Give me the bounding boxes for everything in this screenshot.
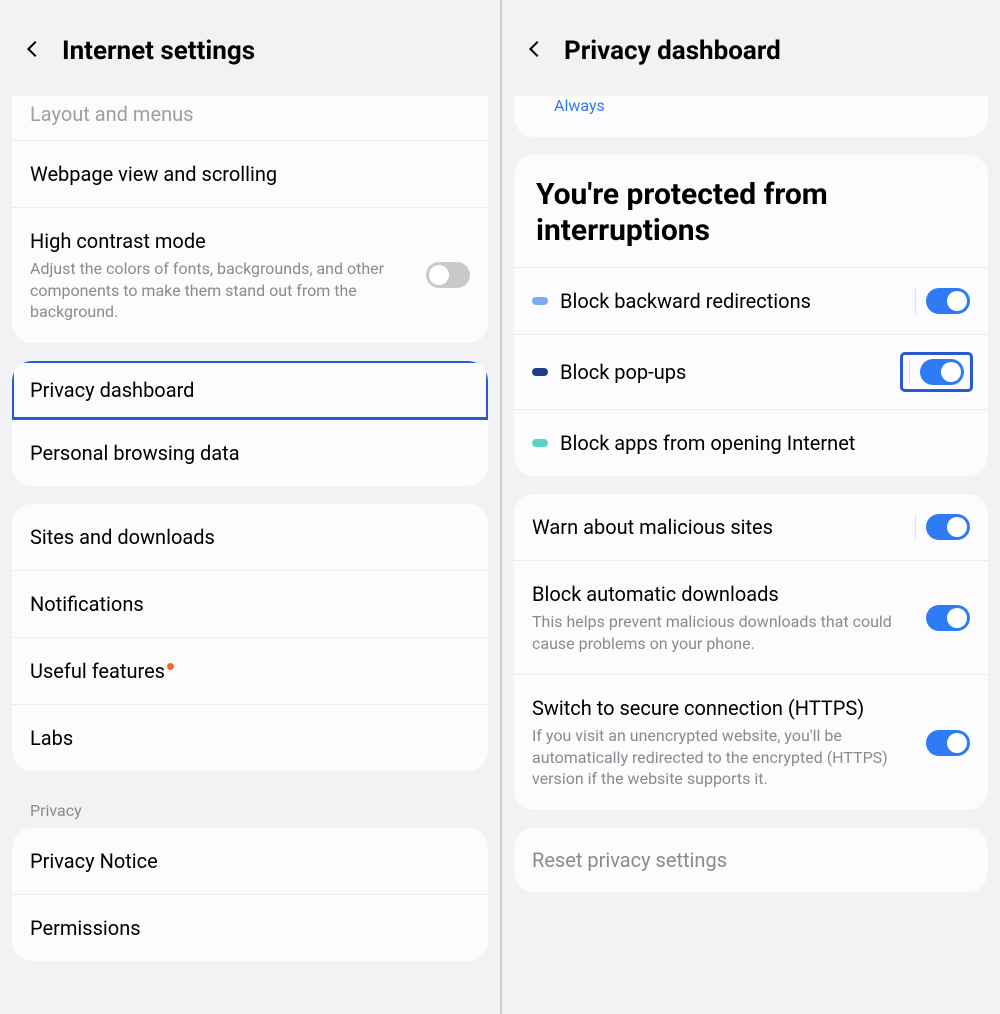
- row-sites-downloads[interactable]: Sites and downloads: [12, 504, 488, 570]
- always-link[interactable]: Always: [514, 96, 988, 129]
- row-label: Notifications: [30, 591, 470, 617]
- card-display: Layout and menus Webpage view and scroll…: [12, 96, 488, 343]
- bullet-icon: [532, 439, 548, 447]
- toggle-wrap: [915, 514, 970, 540]
- right-header: Privacy dashboard: [502, 0, 1000, 96]
- row-reset-privacy[interactable]: Reset privacy settings: [514, 828, 988, 892]
- page-title: Internet settings: [62, 36, 255, 66]
- block-redirections-toggle[interactable]: [926, 288, 970, 314]
- toggle-wrap: [903, 355, 970, 389]
- block-downloads-toggle[interactable]: [926, 605, 970, 631]
- row-label: Personal browsing data: [30, 440, 470, 466]
- row-block-downloads[interactable]: Block automatic downloads This helps pre…: [514, 560, 988, 674]
- row-webpage-view[interactable]: Webpage view and scrolling: [12, 140, 488, 207]
- left-pane: Internet settings Layout and menus Webpa…: [0, 0, 500, 1014]
- row-label: High contrast mode: [30, 228, 414, 254]
- row-label: Block apps from opening Internet: [532, 430, 855, 456]
- row-desc: If you visit an unencrypted website, you…: [532, 725, 914, 790]
- back-icon[interactable]: [524, 38, 546, 64]
- https-toggle[interactable]: [926, 730, 970, 756]
- page-title: Privacy dashboard: [564, 36, 781, 66]
- row-label: Switch to secure connection (HTTPS): [532, 695, 914, 721]
- protected-heading: You're protected from interruptions: [514, 155, 988, 267]
- row-labs[interactable]: Labs: [12, 704, 488, 771]
- row-label: Privacy Notice: [30, 848, 470, 874]
- toggle-wrap: [915, 288, 970, 314]
- row-privacy-notice[interactable]: Privacy Notice: [12, 828, 488, 894]
- row-notifications[interactable]: Notifications: [12, 570, 488, 637]
- bullet-icon: [532, 297, 548, 305]
- divider-icon: [915, 288, 916, 314]
- divider-icon: [915, 514, 916, 540]
- new-feature-dot-icon: [167, 663, 174, 670]
- row-label: Block pop-ups: [532, 359, 686, 385]
- row-label: Block automatic downloads: [532, 581, 914, 607]
- row-label: Labs: [30, 725, 470, 751]
- row-label: Privacy dashboard: [30, 377, 470, 403]
- block-popups-toggle[interactable]: [920, 359, 964, 385]
- section-label-privacy: Privacy: [0, 789, 500, 828]
- row-useful-features[interactable]: Useful features: [12, 637, 488, 704]
- card-reset: Reset privacy settings: [514, 828, 988, 892]
- card-sites: Sites and downloads Notifications Useful…: [12, 504, 488, 771]
- back-icon[interactable]: [22, 38, 44, 64]
- bullet-icon: [532, 368, 548, 376]
- row-label: Sites and downloads: [30, 524, 470, 550]
- high-contrast-toggle[interactable]: [426, 262, 470, 288]
- row-label: Block backward redirections: [532, 288, 811, 314]
- row-privacy-dashboard[interactable]: Privacy dashboard: [12, 361, 488, 419]
- row-https[interactable]: Switch to secure connection (HTTPS) If y…: [514, 674, 988, 810]
- row-permissions[interactable]: Permissions: [12, 894, 488, 961]
- card-more-privacy: Warn about malicious sites Block automat…: [514, 494, 988, 810]
- right-pane: Privacy dashboard Always You're protecte…: [500, 0, 1000, 1014]
- left-header: Internet settings: [0, 0, 500, 96]
- row-block-redirections[interactable]: Block backward redirections: [514, 267, 988, 334]
- row-label: Warn about malicious sites: [532, 514, 903, 540]
- row-desc: This helps prevent malicious downloads t…: [532, 611, 914, 654]
- card-privacy-notice: Privacy Notice Permissions: [12, 828, 488, 961]
- row-label: Webpage view and scrolling: [30, 161, 470, 187]
- partial-row-layout[interactable]: Layout and menus: [12, 96, 488, 140]
- row-high-contrast[interactable]: High contrast mode Adjust the colors of …: [12, 207, 488, 343]
- card-always: Always: [514, 96, 988, 137]
- card-privacy: Privacy dashboard Personal browsing data: [12, 361, 488, 486]
- row-label: Permissions: [30, 915, 470, 941]
- divider-icon: [909, 359, 910, 385]
- warn-malicious-toggle[interactable]: [926, 514, 970, 540]
- row-block-popups[interactable]: Block pop-ups: [514, 334, 988, 409]
- row-desc: Adjust the colors of fonts, backgrounds,…: [30, 258, 414, 323]
- row-label: Useful features: [30, 658, 470, 684]
- row-block-apps[interactable]: Block apps from opening Internet: [514, 409, 988, 476]
- card-protected: You're protected from interruptions Bloc…: [514, 155, 988, 476]
- row-warn-malicious[interactable]: Warn about malicious sites: [514, 494, 988, 560]
- row-personal-browsing-data[interactable]: Personal browsing data: [12, 419, 488, 486]
